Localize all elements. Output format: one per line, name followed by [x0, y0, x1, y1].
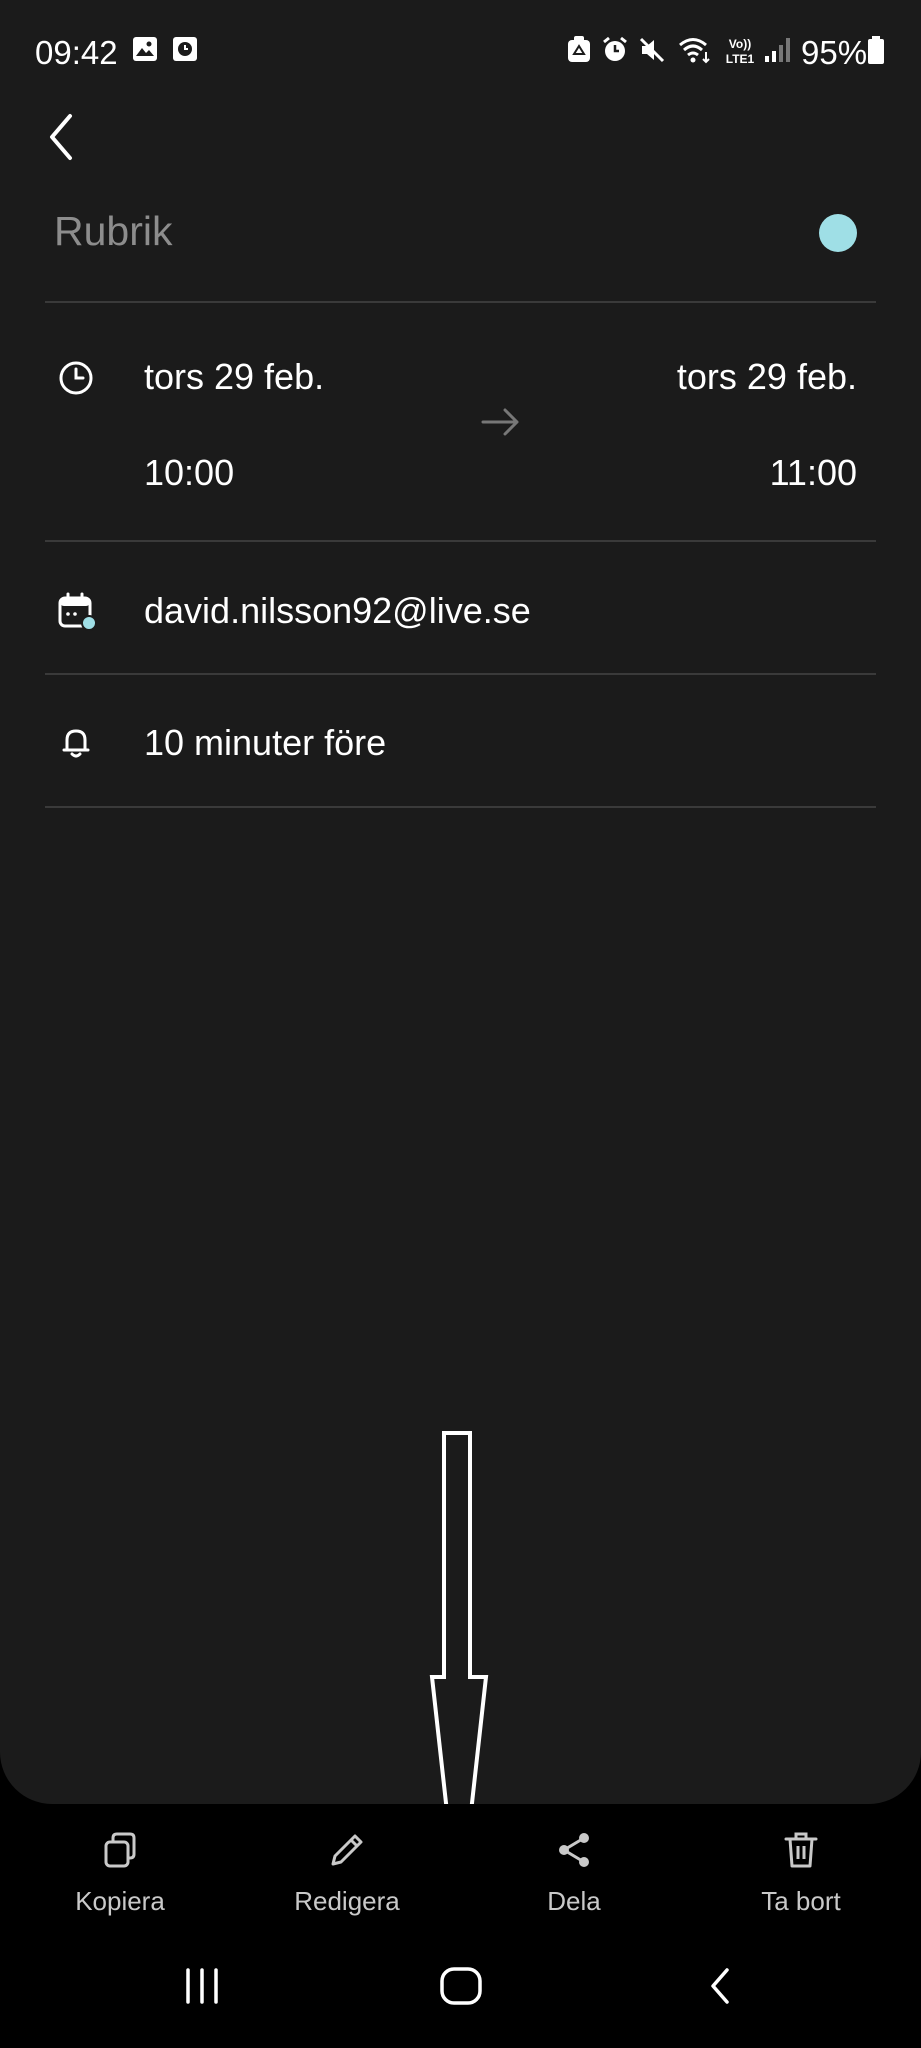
divider [45, 301, 876, 303]
back-arrow-icon [50, 114, 72, 160]
nav-back-button[interactable] [650, 1924, 790, 2048]
share-button[interactable]: Dela [474, 1804, 674, 1924]
svg-text:LTE1: LTE1 [726, 52, 755, 66]
calendar-account-icon [58, 592, 97, 631]
delete-button[interactable]: Ta bort [701, 1804, 901, 1924]
svg-text:Vo)): Vo)) [729, 37, 751, 51]
recents-button[interactable] [132, 1924, 272, 2048]
reminder[interactable]: 10 minuter före [144, 722, 386, 764]
battery-percent: 95% [801, 34, 868, 71]
event-color-dot[interactable] [819, 214, 857, 252]
mute-icon [639, 37, 665, 63]
edit-button[interactable]: Redigera [247, 1804, 447, 1924]
back-button[interactable] [40, 110, 84, 164]
divider [45, 806, 876, 808]
action-toolbar: Kopiera Redigera Dela Ta bort [0, 1804, 921, 1924]
right-arrow-icon [481, 408, 519, 436]
event-title[interactable]: Rubrik [54, 208, 172, 255]
copy-label: Kopiera [75, 1886, 165, 1916]
copy-icon [104, 1832, 136, 1868]
home-icon [440, 1967, 482, 2005]
copy-button[interactable]: Kopiera [20, 1804, 220, 1924]
wifi-icon [679, 38, 710, 64]
divider [45, 540, 876, 542]
bell-icon [62, 729, 90, 758]
status-bar: 09:42 Vo)) LTE1 95% [0, 0, 921, 104]
recents-icon [186, 1968, 218, 2004]
volte-icon: Vo)) LTE1 [726, 37, 755, 66]
clock-icon [59, 361, 93, 395]
system-nav-bar [0, 1924, 921, 2048]
gallery-icon [133, 37, 157, 61]
calendar-account[interactable]: david.nilsson92@live.se [144, 590, 531, 632]
alarm-icon [603, 36, 627, 61]
share-icon [559, 1833, 589, 1867]
end-time[interactable]: 11:00 [770, 452, 857, 494]
home-button[interactable] [391, 1924, 531, 2048]
clock-app-icon [173, 37, 197, 61]
signal-icon [765, 38, 790, 62]
pencil-icon [331, 1834, 363, 1866]
delete-label: Ta bort [761, 1886, 841, 1916]
status-time: 09:42 [35, 34, 118, 71]
end-date[interactable]: tors 29 feb. [677, 356, 857, 398]
back-icon [711, 1968, 729, 2004]
divider [45, 673, 876, 675]
trash-icon [784, 1832, 818, 1868]
eco-icon [568, 36, 590, 62]
start-time[interactable]: 10:00 [144, 452, 234, 494]
battery-icon [868, 36, 884, 64]
start-date[interactable]: tors 29 feb. [144, 356, 324, 398]
edit-label: Redigera [294, 1886, 400, 1916]
share-label: Dela [547, 1886, 601, 1916]
